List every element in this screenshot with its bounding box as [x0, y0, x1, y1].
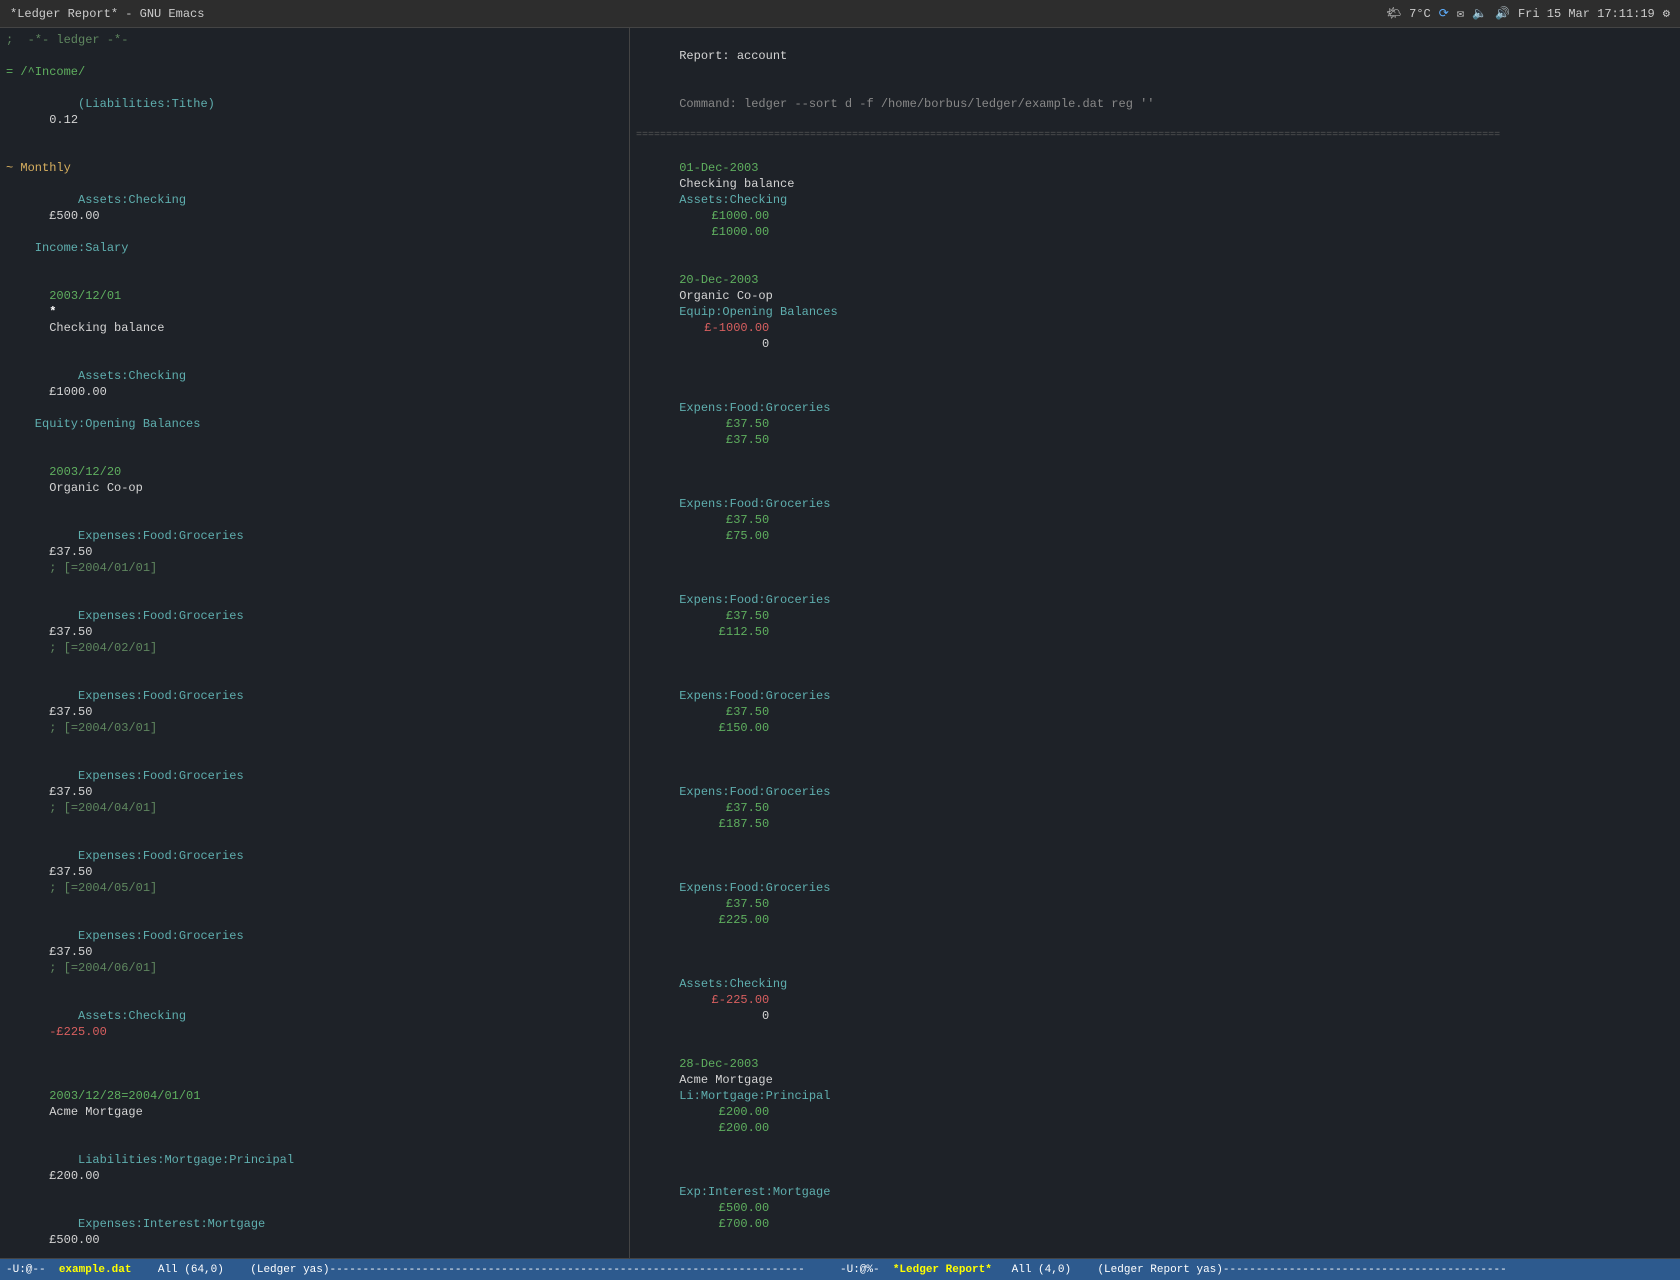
- assets-checking-1000: Assets:Checking £1000.00: [6, 352, 623, 416]
- groceries-line-6: Expenses:Food:Groceries £37.50 ; [=2004/…: [6, 912, 623, 992]
- rp-entry-dec01: 01-Dec-2003 Checking balance Assets:Chec…: [636, 144, 1674, 256]
- equity-opening: Equity:Opening Balances: [6, 416, 623, 432]
- left-pane[interactable]: ; -*- ledger -*- = /^Income/ (Liabilitie…: [0, 28, 630, 1258]
- monthly-section-header: ~ Monthly: [6, 160, 623, 176]
- account-label: Expenses:Food:Groceries: [49, 689, 287, 703]
- amount: £1000.00: [49, 385, 107, 399]
- amount: £37.50: [49, 785, 107, 799]
- volume-icon[interactable]: 🔊: [1495, 6, 1510, 21]
- window-title: *Ledger Report* - GNU Emacs: [10, 7, 204, 21]
- command-text: Command: ledger --sort d -f /home/borbus…: [679, 97, 1154, 111]
- comment: ; [=2004/04/01]: [49, 801, 157, 815]
- mortgage-interest: Expenses:Interest:Mortgage £500.00: [6, 1200, 623, 1258]
- account-label: Assets:Checking: [49, 1009, 287, 1023]
- account-label: Assets:Checking: [49, 369, 279, 383]
- rp-entry-dec20-r3: Expens:Food:Groceries £37.50 £75.00: [636, 464, 1674, 560]
- amount: £37.50: [49, 545, 107, 559]
- weather-icon: 🌤: [1386, 6, 1401, 21]
- statusbar-left-text: -U:@-- example.dat All (64,0) (Ledger ya…: [6, 1264, 840, 1276]
- blank-line: [6, 432, 623, 448]
- report-header: Report: account: [636, 32, 1674, 80]
- account-label: Assets:Checking: [49, 193, 287, 207]
- network-icon: 🔈: [1472, 6, 1487, 21]
- rp-entry-dec20-r2: Expens:Food:Groceries £37.50 £37.50: [636, 368, 1674, 464]
- entry-desc: Acme Mortgage: [49, 1105, 143, 1119]
- mortgage-principal: Liabilities:Mortgage:Principal £200.00: [6, 1136, 623, 1200]
- titlebar-right: 🌤 7°C ⟳ ✉ 🔈 🔊 Fri 15 Mar 17:11:19 ⚙: [1386, 6, 1670, 21]
- email-icon[interactable]: ✉: [1457, 6, 1464, 21]
- right-pane: Report: account Command: ledger --sort d…: [630, 28, 1680, 1258]
- separator-line: ========================================…: [636, 128, 1674, 144]
- rp-entry-dec28-r1: 28-Dec-2003 Acme Mortgage Li:Mortgage:Pr…: [636, 1040, 1674, 1152]
- entry-20031201: 2003/12/01 * Checking balance: [6, 272, 623, 352]
- groceries-line-3: Expenses:Food:Groceries £37.50 ; [=2004/…: [6, 672, 623, 752]
- assets-checking-monthly: Assets:Checking £500.00: [6, 176, 623, 240]
- amount: £37.50: [49, 625, 107, 639]
- settings-icon[interactable]: ⚙: [1663, 6, 1670, 21]
- rp-entry-dec20-r6: Expens:Food:Groceries £37.50 £187.50: [636, 752, 1674, 848]
- account-label: Expenses:Food:Groceries: [49, 929, 287, 943]
- temperature: 7°C: [1409, 7, 1431, 21]
- entry-flag: *: [49, 305, 63, 319]
- statusbar-right-text: -U:@%- *Ledger Report* All (4,0) (Ledger…: [840, 1264, 1674, 1276]
- rp-entry-dec20-r4: Expens:Food:Groceries £37.50 £112.50: [636, 560, 1674, 656]
- account-label: (Liabilities:Tithe): [49, 97, 287, 111]
- main-content: ; -*- ledger -*- = /^Income/ (Liabilitie…: [0, 28, 1680, 1258]
- datetime: Fri 15 Mar 17:11:19: [1518, 7, 1655, 21]
- amount: £200.00: [49, 1169, 99, 1183]
- report-label: Report: account: [679, 49, 787, 63]
- amount: £37.50: [49, 865, 107, 879]
- account-label: Expenses:Food:Groceries: [49, 609, 287, 623]
- groceries-line-4: Expenses:Food:Groceries £37.50 ; [=2004/…: [6, 752, 623, 832]
- rp-entry-dec20-r5: Expens:Food:Groceries £37.50 £150.00: [636, 656, 1674, 752]
- groceries-line-5: Expenses:Food:Groceries £37.50 ; [=2004/…: [6, 832, 623, 912]
- account-label: Expenses:Food:Groceries: [49, 529, 287, 543]
- statusbar: -U:@-- example.dat All (64,0) (Ledger ya…: [0, 1258, 1680, 1280]
- rp-entry-dec28-r3: Expenses:Escrow £300.00 £1000.00: [636, 1248, 1674, 1258]
- comment: ; [=2004/01/01]: [49, 561, 157, 575]
- comment: ; [=2004/06/01]: [49, 961, 157, 975]
- blank-line: [6, 1056, 623, 1072]
- assets-checking-neg225: Assets:Checking -£225.00: [6, 992, 623, 1056]
- amount: £500.00: [49, 1233, 99, 1247]
- entry-date: 2003/12/20: [49, 465, 128, 479]
- blank-line: [6, 48, 623, 64]
- income-section-header: = /^Income/: [6, 64, 623, 80]
- liabilities-tithe-line: (Liabilities:Tithe) 0.12: [6, 80, 623, 144]
- comment: ; [=2004/03/01]: [49, 721, 157, 735]
- income-salary-line: Income:Salary: [6, 240, 623, 256]
- groceries-line-2: Expenses:Food:Groceries £37.50 ; [=2004/…: [6, 592, 623, 672]
- ledger-comment-line: ; -*- ledger -*-: [6, 32, 623, 48]
- refresh-icon[interactable]: ⟳: [1439, 6, 1449, 21]
- amount: £37.50: [49, 945, 107, 959]
- rp-entry-dec20-r1: 20-Dec-2003 Organic Co-op Equip:Opening …: [636, 256, 1674, 368]
- rp-entry-dec20-r8: Assets:Checking £-225.00 0: [636, 944, 1674, 1040]
- entry-date: 2003/12/28=2004/01/01: [49, 1089, 207, 1103]
- amount: -£225.00: [49, 1025, 107, 1039]
- rp-entry-dec20-r7: Expens:Food:Groceries £37.50 £225.00: [636, 848, 1674, 944]
- comment: ; [=2004/02/01]: [49, 641, 157, 655]
- comment: ; [=2004/05/01]: [49, 881, 157, 895]
- account-label: Expenses:Interest:Mortgage: [49, 1217, 287, 1231]
- entry-20031220: 2003/12/20 Organic Co-op: [6, 448, 623, 512]
- command-line: Command: ledger --sort d -f /home/borbus…: [636, 80, 1674, 128]
- amount: 0.12: [49, 113, 78, 127]
- amount: £500.00: [49, 209, 99, 223]
- blank-line: [6, 144, 623, 160]
- account-label: Liabilities:Mortgage:Principal: [49, 1153, 301, 1167]
- blank-line: [6, 256, 623, 272]
- entry-date: 2003/12/01: [49, 289, 128, 303]
- entry-desc: Checking balance: [49, 321, 164, 335]
- entry-desc: Organic Co-op: [49, 481, 143, 495]
- account-label: Expenses:Food:Groceries: [49, 769, 287, 783]
- titlebar: *Ledger Report* - GNU Emacs 🌤 7°C ⟳ ✉ 🔈 …: [0, 0, 1680, 28]
- entry-acme-mortgage: 2003/12/28=2004/01/01 Acme Mortgage: [6, 1072, 623, 1136]
- groceries-line-1: Expenses:Food:Groceries £37.50 ; [=2004/…: [6, 512, 623, 592]
- account-label: Expenses:Food:Groceries: [49, 849, 287, 863]
- rp-entry-dec28-r2: Exp:Interest:Mortgage £500.00 £700.00: [636, 1152, 1674, 1248]
- amount: £37.50: [49, 705, 107, 719]
